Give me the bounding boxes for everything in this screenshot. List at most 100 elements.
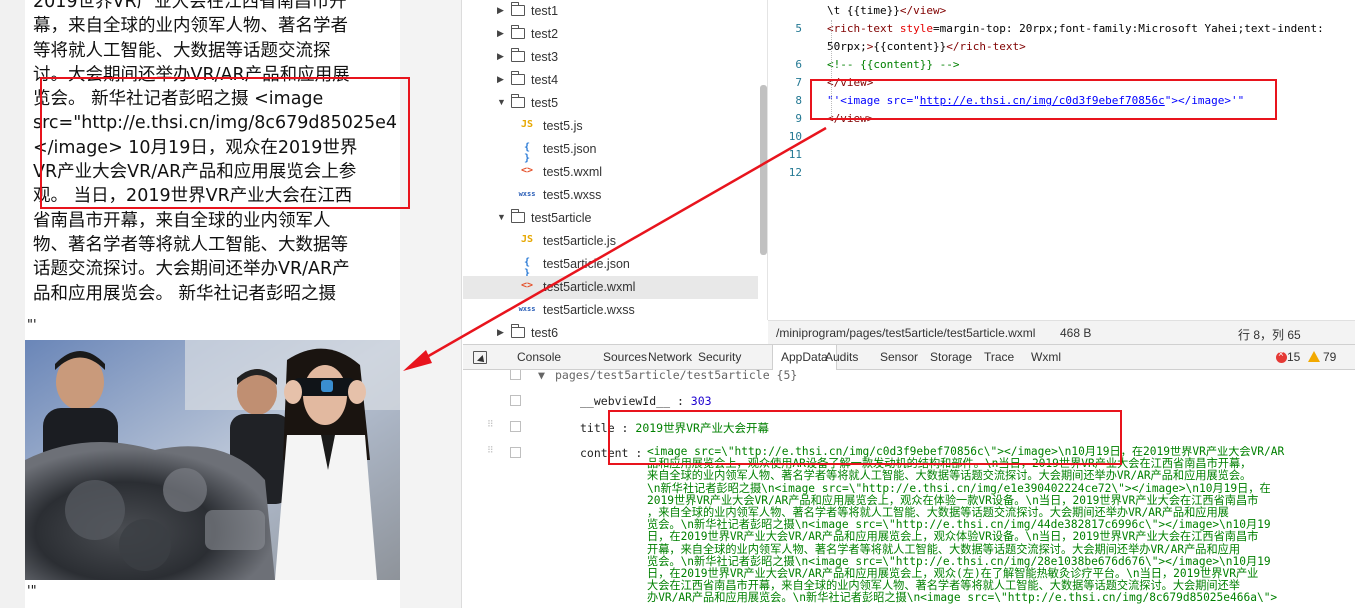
tree-item-test5article-js[interactable]: JS test5article.js [463, 230, 758, 253]
tree-item-test5article-wxml[interactable]: <> test5article.wxml [463, 276, 758, 299]
code-text: 50rpx;>{{content}}</rich-text> [827, 40, 1026, 53]
code-text: <!-- {{content}} --> [827, 58, 960, 71]
article-line: 品和应用展览会。 新华社记者彭昭之摄 [33, 283, 337, 304]
tree-item-label: test1 [531, 4, 559, 18]
article-line: 2019世界VR产业大会在江西省南昌市开 [33, 0, 347, 12]
annotation-box-appdata [608, 410, 1122, 465]
drag-handle-icon[interactable]: ⠿ [487, 421, 495, 433]
collapse-arrow-icon[interactable]: ▼ [538, 370, 545, 382]
line-number: 11 [788, 148, 802, 161]
line-number: 12 [788, 166, 802, 179]
tree-item-label: test5article.wxss [543, 303, 635, 317]
code-editor[interactable]: \t {{time}}</view> 5 <rich-text style=mar… [768, 0, 1355, 320]
tree-item-label: test5article [531, 211, 592, 225]
tree-item-test2[interactable]: ▶ test2 [463, 23, 758, 46]
js-file-icon: JS [520, 119, 534, 130]
tab-audits[interactable]: Audits [817, 345, 866, 370]
tree-item-test1[interactable]: ▶ test1 [463, 0, 758, 23]
file-tree[interactable]: ▶ test1 ▶ test2 ▶ test3 ▶ test4 ▼ test5 JS test5.js… [463, 0, 768, 340]
appdata-panel: ▼ pages/test5article/test5article {5} __… [463, 370, 1355, 608]
tab-trace[interactable]: Trace [976, 345, 1022, 370]
content-line: 日，在2019世界VR产业大会VR/AR产品和应用展览会上，观众体验VR设备。\… [647, 530, 1259, 544]
line-number: 8 [795, 94, 802, 107]
wxss-file-icon: wxss [518, 190, 536, 198]
code-line[interactable]: 12 [768, 164, 1355, 182]
folder-icon [510, 25, 525, 39]
row-checkbox[interactable] [510, 395, 521, 406]
tab-sensor[interactable]: Sensor [872, 345, 926, 370]
appdata-path: pages/test5article/test5article {5} [555, 370, 798, 382]
code-line[interactable]: 5 <rich-text style=margin-top: 20rpx;fon… [768, 20, 1355, 38]
file-size: 468 B [1060, 326, 1092, 340]
chevron-down-icon[interactable]: ▼ [497, 212, 506, 222]
tree-item-test5[interactable]: ▼ test5 [463, 92, 758, 115]
line-number: 10 [788, 130, 802, 143]
js-file-icon: JS [520, 234, 534, 245]
chevron-right-icon[interactable]: ▶ [497, 51, 504, 62]
annotation-box-simulator [40, 77, 410, 209]
tree-item-test5-js[interactable]: JS test5.js [463, 115, 758, 138]
file-path: /miniprogram/pages/test5article/test5art… [776, 326, 1036, 340]
tree-item-test4[interactable]: ▶ test4 [463, 69, 758, 92]
article-line: 物、著名学者等将就人工智能、大数据等 [33, 234, 348, 255]
tree-item-test5-wxml[interactable]: <> test5.wxml [463, 161, 758, 184]
tab-console[interactable]: Console [509, 345, 569, 370]
folder-icon [510, 71, 525, 85]
tree-item-label: test6 [531, 326, 559, 340]
folder-icon [510, 2, 525, 16]
row-checkbox[interactable] [510, 447, 521, 458]
inspect-element-icon[interactable] [473, 351, 487, 364]
tree-item-test3[interactable]: ▶ test3 [463, 46, 758, 69]
article-photo [25, 340, 400, 580]
content-line: 开幕，来自全球的业内领军人物、著名学者等将就人工智能、大数据等话题交流探讨。大会… [647, 542, 1241, 556]
warning-count[interactable]: 79 [1319, 345, 1340, 370]
content-line: \n新华社记者彭昭之摄\n<image src=\"http://e.thsi.… [647, 481, 1271, 495]
tree-item-label: test2 [531, 27, 559, 41]
tree-item-label: test5article.wxml [543, 280, 636, 294]
appdata-path-row[interactable]: ▼ pages/test5article/test5article {5} [463, 370, 1355, 388]
drag-handle-icon[interactable]: ⠿ [487, 447, 495, 459]
folder-icon [510, 48, 525, 62]
raw-quote-text-end: '" [27, 584, 37, 599]
file-tree-scrollbar[interactable] [760, 85, 767, 255]
code-line[interactable]: 10 [768, 128, 1355, 146]
line-number: 9 [795, 112, 802, 125]
tree-item-label: test5.json [543, 142, 597, 156]
tree-item-label: test4 [531, 73, 559, 87]
code-line[interactable]: 6 <!-- {{content}} --> [768, 56, 1355, 74]
tree-item-test5article[interactable]: ▼ test5article [463, 207, 758, 230]
row-checkbox[interactable] [510, 370, 521, 380]
tree-item-test5-wxss[interactable]: wxss test5.wxss [463, 184, 758, 207]
line-number: 7 [795, 76, 802, 89]
tab-storage[interactable]: Storage [922, 345, 980, 370]
appdata-content-value[interactable]: <image src=\"http://e.thsi.cn/img/c0d3f9… [647, 446, 1355, 605]
tree-item-test5-json[interactable]: { } test5.json [463, 138, 758, 164]
tab-security[interactable]: Security [690, 345, 749, 370]
chevron-right-icon[interactable]: ▶ [497, 327, 504, 338]
folder-open-icon [510, 209, 525, 223]
chevron-right-icon[interactable]: ▶ [497, 28, 504, 39]
code-line[interactable]: 11 [768, 146, 1355, 164]
tree-item-label: test5article.js [543, 234, 616, 248]
code-text: <rich-text style=margin-top: 20rpx;font-… [827, 22, 1324, 35]
folder-icon [510, 324, 525, 338]
content-line: 办VR/AR产品和应用展览会。\n新华社记者彭昭之摄\n<image src=\… [647, 591, 1278, 605]
error-count[interactable]: 15 [1283, 345, 1304, 370]
chevron-down-icon[interactable]: ▼ [497, 97, 506, 107]
code-line[interactable]: 50rpx;>{{content}}</rich-text> [768, 38, 1355, 56]
chevron-right-icon[interactable]: ▶ [497, 74, 504, 85]
appdata-key: __webviewId__ : 303 [580, 394, 712, 408]
tree-item-test6[interactable]: ▶ test6 [463, 322, 758, 345]
wxss-file-icon: wxss [518, 305, 536, 313]
raw-quote-text: "' [27, 318, 37, 333]
chevron-right-icon[interactable]: ▶ [497, 5, 504, 16]
tree-item-test5article-json[interactable]: { } test5article.json [463, 253, 758, 279]
tab-wxml[interactable]: Wxml [1023, 345, 1069, 370]
annotation-box-code [810, 79, 1277, 120]
code-line[interactable]: \t {{time}}</view> [768, 2, 1355, 20]
line-number: 6 [795, 58, 802, 71]
simulator-left-gutter [0, 0, 25, 608]
row-checkbox[interactable] [510, 421, 521, 432]
tree-item-test5article-wxss[interactable]: wxss test5article.wxss [463, 299, 758, 322]
editor-status-bar: /miniprogram/pages/test5article/test5art… [768, 320, 1355, 344]
